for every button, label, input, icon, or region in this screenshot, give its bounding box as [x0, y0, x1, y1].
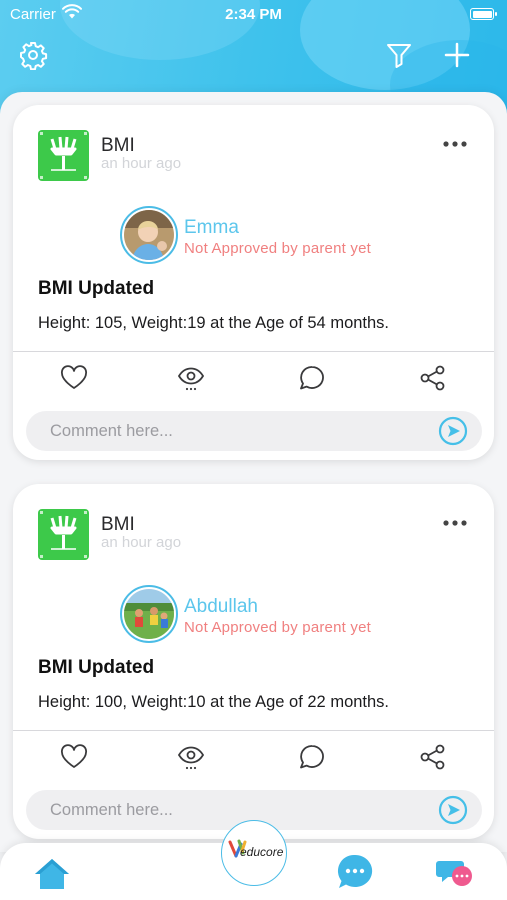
- share-icon[interactable]: [418, 363, 448, 393]
- bmi-app-icon: [38, 509, 89, 560]
- bmi-app-icon: [38, 130, 89, 181]
- gear-icon[interactable]: [18, 40, 48, 70]
- comment-input[interactable]: [50, 411, 430, 451]
- feed: BMI an hour ago Emma Not Approved by par…: [0, 92, 507, 852]
- filter-icon[interactable]: [384, 40, 414, 70]
- child-name[interactable]: Abdullah: [184, 596, 258, 618]
- comment-box: [26, 411, 482, 451]
- divider: [13, 351, 494, 352]
- comment-icon[interactable]: [297, 742, 327, 772]
- post-body: Height: 100, Weight:10 at the Age of 22 …: [38, 693, 390, 711]
- approval-status: Not Approved by parent yet: [184, 240, 371, 257]
- post-category-title: BMI: [101, 514, 135, 535]
- more-options-icon[interactable]: [442, 139, 468, 149]
- send-icon[interactable]: [438, 795, 468, 825]
- child-avatar[interactable]: [120, 585, 178, 643]
- post-category-title: BMI: [101, 135, 135, 156]
- status-bar: Carrier 2:34 PM: [0, 0, 507, 28]
- post-time: an hour ago: [101, 534, 182, 551]
- divider: [13, 730, 494, 731]
- home-icon[interactable]: [33, 857, 71, 891]
- approval-status: Not Approved by parent yet: [184, 619, 371, 636]
- share-icon[interactable]: [418, 742, 448, 772]
- battery-icon: [470, 8, 497, 20]
- send-icon[interactable]: [438, 416, 468, 446]
- logo-text: educore: [240, 845, 284, 859]
- plus-icon[interactable]: [442, 40, 472, 70]
- heart-icon[interactable]: [59, 363, 89, 393]
- child-avatar[interactable]: [120, 206, 178, 264]
- educore-logo[interactable]: educore: [221, 820, 287, 886]
- eye-icon[interactable]: [176, 363, 206, 393]
- post-card: BMI an hour ago Emma Not Approved by par…: [13, 105, 494, 460]
- eye-icon[interactable]: [176, 742, 206, 772]
- post-title: BMI Updated: [38, 657, 155, 678]
- messages-icon[interactable]: [436, 857, 476, 889]
- post-card: BMI an hour ago Abdullah Not Approved by…: [13, 484, 494, 839]
- clock: 2:34 PM: [225, 6, 282, 23]
- post-body: Height: 105, Weight:19 at the Age of 54 …: [38, 314, 390, 332]
- post-title: BMI Updated: [38, 278, 155, 299]
- comment-icon[interactable]: [297, 363, 327, 393]
- heart-icon[interactable]: [59, 742, 89, 772]
- post-time: an hour ago: [101, 155, 182, 172]
- more-options-icon[interactable]: [442, 518, 468, 528]
- child-name[interactable]: Emma: [184, 217, 239, 239]
- chat-icon[interactable]: [336, 853, 374, 891]
